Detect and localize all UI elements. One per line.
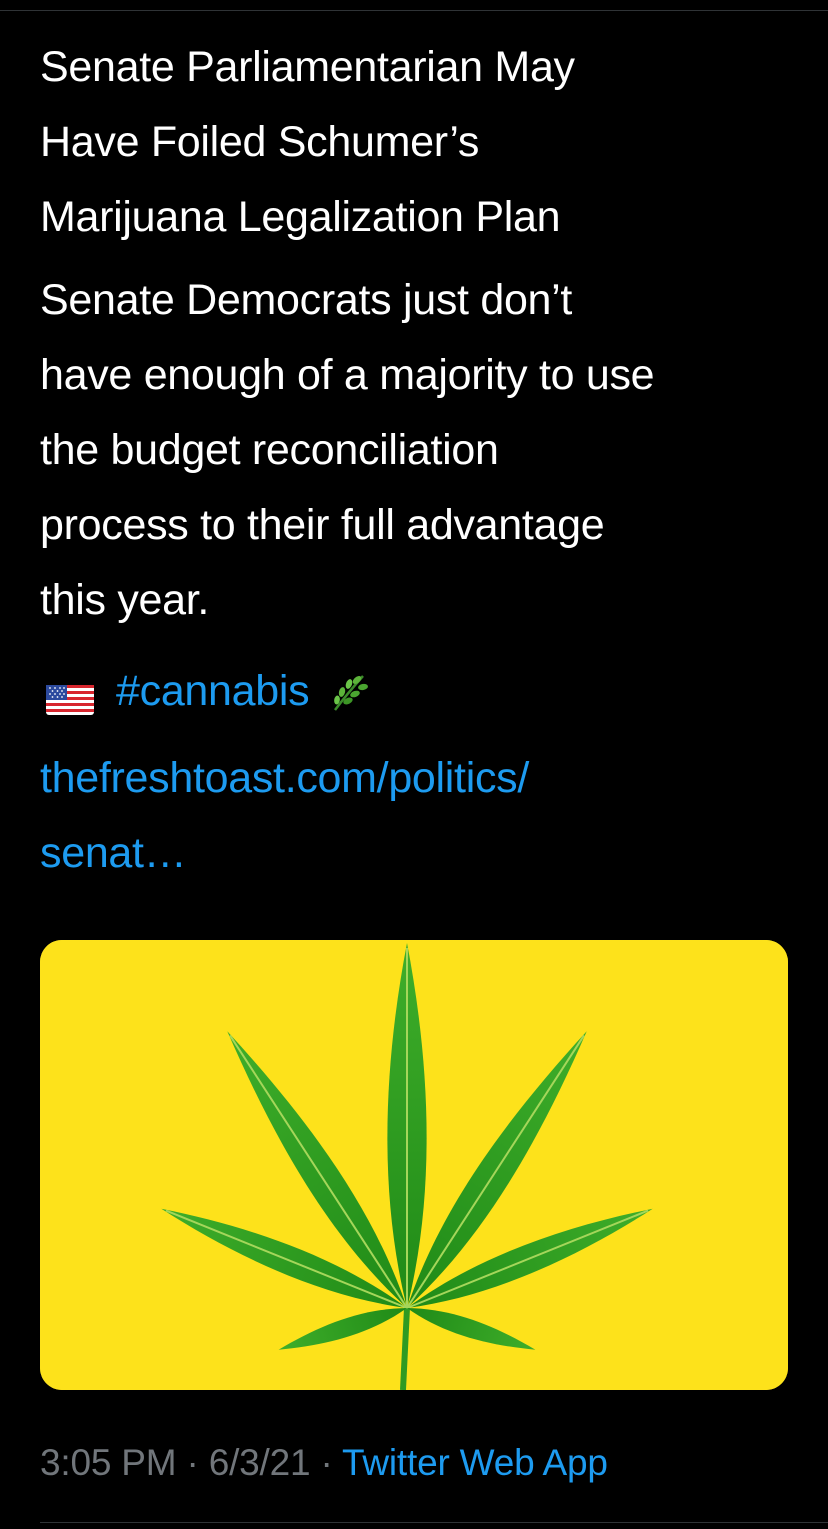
tweet-time: 3:05 PM (40, 1442, 177, 1483)
meta-separator: · (186, 1442, 199, 1483)
tweet-source-link[interactable]: Twitter Web App (342, 1442, 608, 1483)
tweet-content: Senate Parliamentarian May Have Foiled S… (40, 30, 788, 891)
cannabis-leaf-image (40, 940, 788, 1390)
top-divider (0, 10, 828, 11)
herb-icon (327, 670, 371, 714)
tweet-date[interactable]: 6/3/21 (209, 1442, 311, 1483)
tweet-metadata: 3:05 PM · 6/3/21 · Twitter Web App (40, 1442, 608, 1484)
bottom-divider (40, 1522, 828, 1523)
meta-separator: · (320, 1442, 333, 1483)
article-link[interactable]: thefreshtoast.com/politics/ senat… (40, 741, 788, 891)
hashtag-link[interactable]: #cannabis (116, 667, 310, 716)
us-flag-icon (46, 677, 94, 715)
tweet-headline: Senate Parliamentarian May Have Foiled S… (40, 43, 575, 241)
tweet-body: Senate Democrats just don’t have enough … (40, 276, 655, 624)
tags-line: #cannabis (40, 654, 788, 729)
media-image-card[interactable] (40, 940, 788, 1390)
